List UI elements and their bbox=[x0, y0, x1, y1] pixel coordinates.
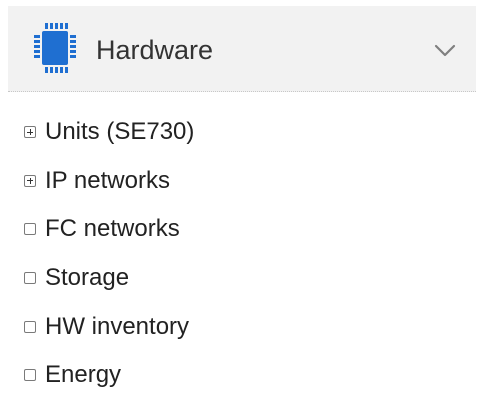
hardware-section-header[interactable]: Hardware bbox=[8, 6, 476, 92]
hardware-panel: Hardware Units (SE730) IP networks FC ne… bbox=[0, 0, 483, 398]
tree-item-storage[interactable]: Storage bbox=[24, 254, 194, 303]
hardware-tree: Units (SE730) IP networks FC networks St… bbox=[24, 108, 194, 398]
tree-item-fc-networks[interactable]: FC networks bbox=[24, 205, 194, 254]
leaf-box-icon bbox=[24, 320, 36, 333]
tree-item-energy[interactable]: Energy bbox=[24, 351, 194, 398]
tree-item-label: FC networks bbox=[45, 215, 180, 243]
chevron-down-icon[interactable] bbox=[434, 44, 456, 58]
chip-icon bbox=[34, 23, 76, 73]
tree-item-hw-inventory[interactable]: HW inventory bbox=[24, 302, 194, 351]
tree-item-label: Energy bbox=[45, 361, 122, 389]
expand-icon[interactable] bbox=[24, 174, 36, 187]
leaf-box-icon bbox=[24, 272, 36, 285]
tree-item-units[interactable]: Units (SE730) bbox=[24, 108, 194, 157]
expand-icon[interactable] bbox=[24, 126, 36, 139]
leaf-box-icon bbox=[24, 369, 36, 382]
tree-item-label: HW inventory bbox=[45, 312, 190, 340]
tree-item-ip-networks[interactable]: IP networks bbox=[24, 157, 194, 206]
tree-item-label: IP networks bbox=[45, 166, 170, 194]
header-title: Hardware bbox=[96, 35, 214, 65]
tree-item-label: Storage bbox=[45, 264, 130, 292]
tree-item-label: Units (SE730) bbox=[45, 118, 195, 146]
leaf-box-icon bbox=[24, 223, 36, 236]
